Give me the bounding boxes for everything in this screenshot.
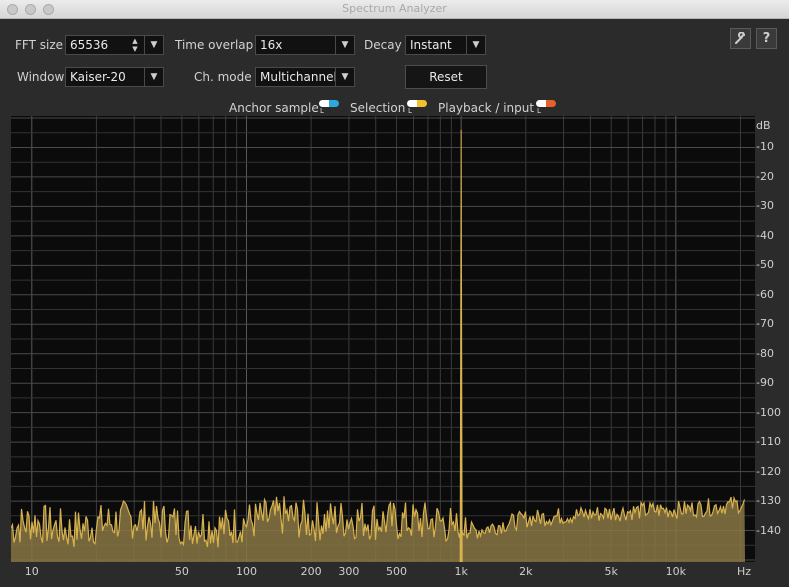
y-tick-label: -100 <box>756 405 781 419</box>
plot-grid <box>11 116 755 562</box>
x-tick-label: 1k <box>454 565 468 578</box>
fft-size-field[interactable]: 65536 ▲ ▼ ▼ <box>65 35 164 55</box>
settings-button[interactable] <box>730 28 751 49</box>
y-tick-label: -70 <box>756 317 774 331</box>
peak-spike <box>459 129 463 562</box>
legend-anchor-left <box>319 100 329 107</box>
chevron-down-icon[interactable]: ▼ <box>335 36 354 54</box>
x-tick-label: 100 <box>235 565 257 578</box>
y-axis-unit: dB <box>756 119 771 132</box>
legend-selection-right <box>417 100 427 107</box>
legend-anchor-swatch: L R <box>319 100 339 123</box>
reset-button[interactable]: Reset <box>405 65 487 89</box>
y-tick-label: -20 <box>756 169 774 183</box>
x-tick-label: 2k <box>519 565 533 578</box>
legend-playback-label: Playback / input <box>438 101 535 115</box>
help-icon: ? <box>762 31 771 46</box>
legend-selection-left <box>407 100 417 107</box>
y-tick-label: -110 <box>756 435 781 449</box>
y-tick-label: -90 <box>756 376 774 390</box>
ch-mode-value: Multichannel <box>260 70 337 84</box>
time-overlap-value: 16x <box>260 38 283 52</box>
legend-playback-swatch: L R <box>536 100 556 123</box>
window-function-select[interactable]: Kaiser-20 ▼ <box>65 67 164 87</box>
ch-mode-label: Ch. mode <box>194 70 252 84</box>
fft-size-stepper-icon[interactable]: ▲ ▼ <box>127 36 143 54</box>
title-bar: Spectrum Analyzer <box>0 0 789 19</box>
decay-select[interactable]: Instant ▼ <box>405 35 486 55</box>
chevron-down-icon[interactable]: ▼ <box>335 68 354 86</box>
y-tick-label: -130 <box>756 494 781 508</box>
chevron-down-icon[interactable]: ▼ <box>144 36 163 54</box>
x-tick-label: 300 <box>338 565 360 578</box>
help-button[interactable]: ? <box>756 28 777 49</box>
time-overlap-label: Time overlap <box>175 38 254 52</box>
wrench-icon <box>735 32 746 44</box>
legend-selection-label: Selection <box>350 101 406 115</box>
legend-playback-left <box>536 100 546 107</box>
x-tick-label: 200 <box>300 565 322 578</box>
chevron-down-icon[interactable]: ▼ <box>144 68 163 86</box>
fft-size-value: 65536 <box>70 38 109 52</box>
y-tick-label: -80 <box>756 346 774 360</box>
legend-selection-swatch: L R <box>407 100 427 123</box>
decay-label: Decay <box>364 38 402 52</box>
x-axis-unit: Hz <box>736 565 752 578</box>
legend-playback-right <box>546 100 556 107</box>
decay-value: Instant <box>410 38 452 52</box>
ch-mode-select[interactable]: Multichannel ▼ <box>255 67 355 87</box>
x-tick-label: 50 <box>174 565 189 578</box>
fft-size-label: FFT size <box>15 38 64 52</box>
y-tick-label: -10 <box>756 140 774 154</box>
y-tick-label: -50 <box>756 258 774 272</box>
x-tick-label: 500 <box>386 565 408 578</box>
spectrum-series <box>11 129 746 562</box>
x-tick-label: 10k <box>665 565 686 578</box>
window-function-value: Kaiser-20 <box>70 70 126 84</box>
window-function-label: Window <box>17 70 65 84</box>
y-tick-label: -30 <box>756 199 774 213</box>
window-title: Spectrum Analyzer <box>342 2 447 15</box>
y-tick-label: -60 <box>756 287 774 301</box>
y-tick-label: -140 <box>756 523 781 537</box>
chevron-down-icon[interactable]: ▼ <box>466 36 485 54</box>
y-tick-label: -40 <box>756 228 774 242</box>
x-tick-label: 5k <box>604 565 618 578</box>
legend-anchor-right <box>329 100 339 107</box>
time-overlap-select[interactable]: 16x ▼ <box>255 35 355 55</box>
legend-anchor-label: Anchor sample <box>229 101 319 115</box>
x-tick-label: 10 <box>24 565 39 578</box>
y-tick-label: -120 <box>756 464 781 478</box>
spectrum-plot[interactable] <box>11 116 755 562</box>
